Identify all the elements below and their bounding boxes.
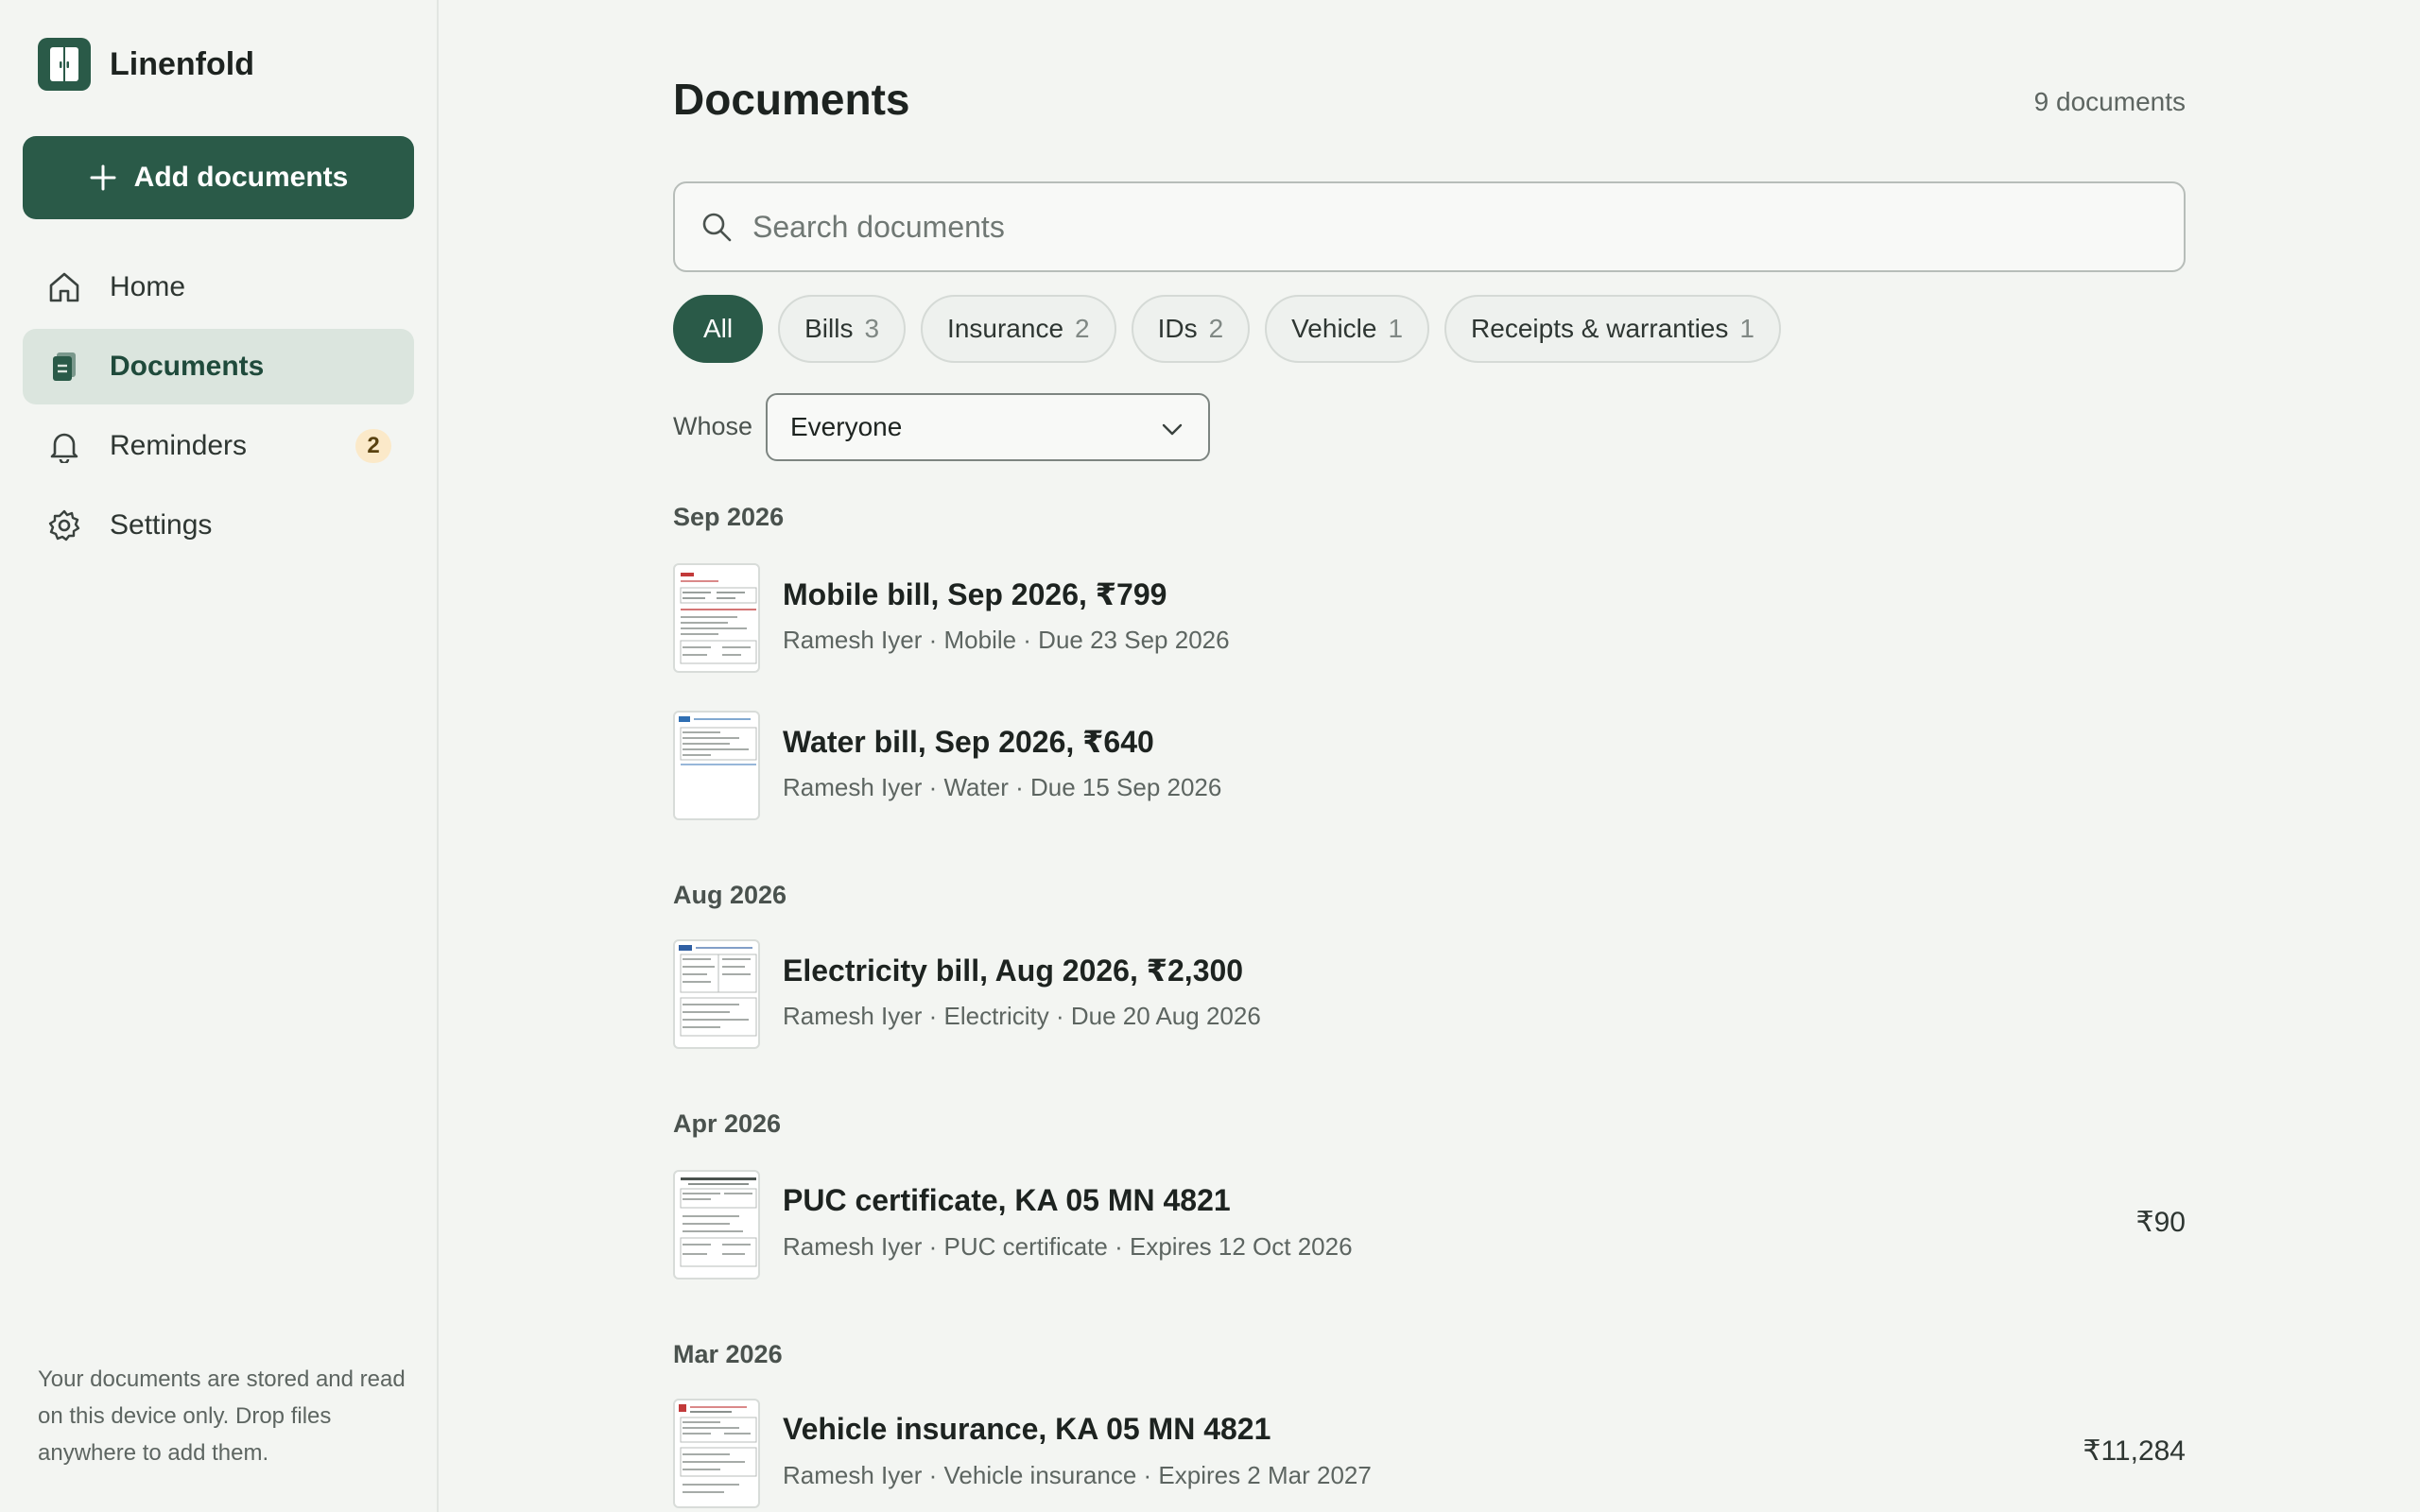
sidebar-item-label: Home: [110, 271, 186, 302]
sidebar-item-documents[interactable]: Documents: [23, 329, 414, 404]
month-group-heading: Apr 2026: [673, 1109, 782, 1138]
sidebar-item-reminders[interactable]: Reminders 2: [23, 408, 414, 484]
filter-chip-label: Bills: [804, 314, 854, 343]
filter-chip-all[interactable]: All: [673, 295, 764, 363]
document-row[interactable]: PUC certificate, KA 05 MN 4821 Ramesh Iy…: [673, 1170, 2186, 1280]
document-title: PUC certificate, KA 05 MN 4821: [783, 1183, 1231, 1217]
document-row[interactable]: Vehicle insurance, KA 05 MN 4821 Ramesh …: [673, 1399, 2186, 1508]
filter-chip-label: Vehicle: [1291, 314, 1377, 343]
document-thumbnail: [673, 939, 760, 1049]
filter-chip-label: All: [703, 314, 734, 343]
wardrobe-logo-icon: [38, 38, 91, 91]
sidebar-item-label: Settings: [110, 509, 213, 541]
whose-dropdown[interactable]: Everyone: [766, 393, 1210, 461]
document-thumbnail: [673, 1170, 760, 1280]
month-group-heading: Aug 2026: [673, 881, 787, 909]
filter-chip-label: Insurance: [947, 314, 1064, 343]
document-row[interactable]: Mobile bill, Sep 2026, ₹799 Ramesh Iyer …: [673, 563, 2186, 673]
sidebar-item-label: Documents: [110, 351, 265, 382]
document-meta: Ramesh Iyer · Water · Due 15 Sep 2026: [783, 773, 1222, 801]
search-icon: [698, 208, 735, 246]
document-row[interactable]: Water bill, Sep 2026, ₹640 Ramesh Iyer ·…: [673, 711, 2186, 820]
filter-chip-insurance[interactable]: Insurance 2: [921, 295, 1116, 363]
sidebar-item-settings[interactable]: Settings: [23, 488, 414, 563]
document-title: Electricity bill, Aug 2026, ₹2,300: [783, 954, 1244, 988]
document-meta: Ramesh Iyer · Electricity · Due 20 Aug 2…: [783, 1002, 1261, 1030]
sidebar-item-label: Reminders: [110, 430, 248, 461]
sidebar: Linenfold Add documents Home Documents R…: [0, 0, 439, 1512]
document-meta: Ramesh Iyer · Vehicle insurance · Expire…: [783, 1461, 1372, 1489]
document-title: Vehicle insurance, KA 05 MN 4821: [783, 1412, 1271, 1446]
category-filters: All Bills 3 Insurance 2 IDs 2 Vehicle 1 …: [673, 295, 1796, 363]
document-count: 9 documents: [2033, 87, 2186, 116]
filter-chip-count: 1: [1388, 314, 1404, 343]
filter-chip-count: 2: [1075, 314, 1090, 343]
filter-chip-label: IDs: [1157, 314, 1198, 343]
filter-chip-bills[interactable]: Bills 3: [778, 295, 907, 363]
month-group-heading: Mar 2026: [673, 1340, 783, 1368]
filter-chip-count: 3: [864, 314, 880, 343]
app-name: Linenfold: [110, 45, 254, 82]
storage-note: Your documents are stored and read on th…: [38, 1366, 406, 1466]
filter-chip-receipts-warranties[interactable]: Receipts & warranties 1: [1444, 295, 1781, 363]
whose-selected-value: Everyone: [790, 412, 903, 441]
document-title: Water bill, Sep 2026, ₹640: [783, 725, 1154, 759]
chevron-down-icon: [1159, 416, 1185, 449]
document-thumbnail: [673, 711, 760, 820]
filter-chip-count: 1: [1739, 314, 1754, 343]
filter-chip-ids[interactable]: IDs 2: [1131, 295, 1251, 363]
filter-chip-label: Receipts & warranties: [1471, 314, 1729, 343]
document-row[interactable]: Electricity bill, Aug 2026, ₹2,300 Rames…: [673, 939, 2186, 1049]
sidebar-nav: Home Documents Reminders 2 Settings: [23, 249, 414, 567]
document-meta: Ramesh Iyer · PUC certificate · Expires …: [783, 1232, 1353, 1261]
home-icon: [45, 268, 83, 306]
sidebar-item-home[interactable]: Home: [23, 249, 414, 325]
plus-icon: [89, 163, 117, 192]
document-title: Mobile bill, Sep 2026, ₹799: [783, 577, 1167, 611]
bell-icon: [45, 427, 83, 465]
page-title: Documents: [673, 75, 910, 124]
document-amount: ₹11,284: [2083, 1435, 2186, 1467]
gear-icon: [45, 507, 83, 544]
add-documents-label: Add documents: [133, 162, 349, 193]
document-thumbnail: [673, 563, 760, 673]
whose-label: Whose: [673, 412, 753, 440]
reminders-count-badge: 2: [355, 429, 391, 463]
filter-chip-count: 2: [1208, 314, 1224, 343]
document-thumbnail: [673, 1399, 760, 1508]
brand[interactable]: Linenfold: [38, 38, 254, 91]
month-group-heading: Sep 2026: [673, 503, 785, 531]
search-input[interactable]: [752, 209, 2076, 245]
document-amount: ₹90: [2135, 1207, 2186, 1238]
search-box[interactable]: [673, 181, 2186, 272]
filter-chip-vehicle[interactable]: Vehicle 1: [1265, 295, 1430, 363]
document-meta: Ramesh Iyer · Mobile · Due 23 Sep 2026: [783, 626, 1230, 654]
documents-icon: [45, 348, 83, 386]
add-documents-button[interactable]: Add documents: [23, 136, 414, 219]
